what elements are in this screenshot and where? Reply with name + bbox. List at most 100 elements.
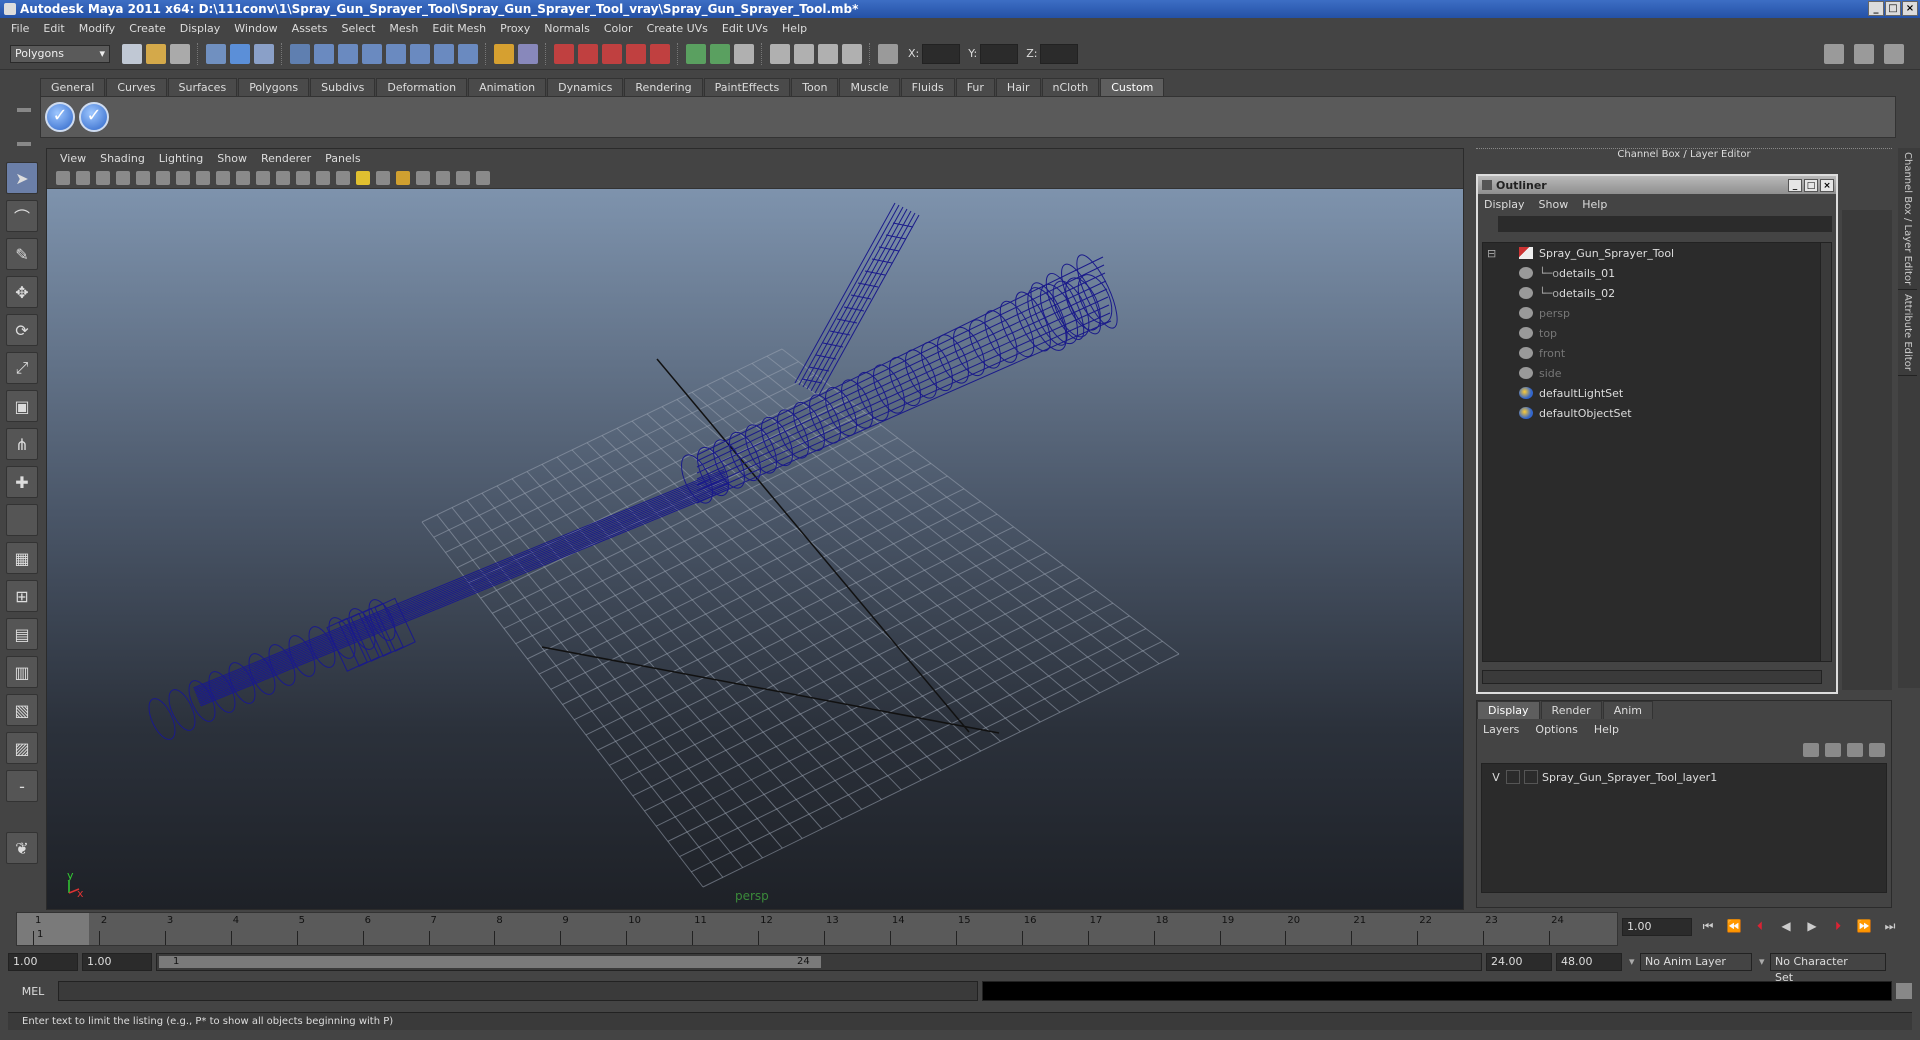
viewport-canvas[interactable]: x y persp: [47, 189, 1463, 909]
select-joints-icon[interactable]: [314, 43, 334, 64]
layer-menu-layers[interactable]: Layers: [1483, 723, 1519, 736]
outliner-item[interactable]: └─o details_02: [1483, 283, 1821, 303]
highlight-selection-icon[interactable]: [518, 43, 538, 64]
menu-set-dropdown[interactable]: Polygons: [10, 44, 110, 63]
viewport-menu-shading[interactable]: Shading: [93, 152, 152, 165]
outliner-item[interactable]: side: [1483, 363, 1821, 383]
check-shelf-button-1[interactable]: ✓: [45, 102, 75, 132]
play-backwards-icon[interactable]: ◀: [1778, 918, 1794, 934]
menu-create[interactable]: Create: [122, 22, 173, 35]
create-layer-from-selected-icon[interactable]: [1869, 743, 1885, 757]
toggle-channel-box-icon[interactable]: [1884, 43, 1904, 64]
menu-edit-uvs[interactable]: Edit UVs: [715, 22, 775, 35]
shelf-tab-polygons[interactable]: Polygons: [238, 78, 310, 96]
current-time-field[interactable]: 1.00: [1622, 918, 1692, 936]
textured-icon[interactable]: [336, 170, 350, 185]
render-settings-icon[interactable]: [842, 43, 862, 64]
outliner-item[interactable]: defaultObjectSet: [1483, 403, 1821, 423]
select-hierarchy-icon[interactable]: [206, 43, 226, 64]
time-slider[interactable]: 1 2 3 4 5 6 7 8 9 10 11 12 13 14 15 16 17 18 19 20 21 22 23 24 1: [16, 912, 1618, 946]
anim-layer-dropdown[interactable]: No Anim Layer: [1629, 953, 1752, 971]
move-layer-up-icon[interactable]: [1803, 743, 1819, 757]
menu-display[interactable]: Display: [173, 22, 228, 35]
image-plane-icon[interactable]: [116, 170, 130, 185]
menu-window[interactable]: Window: [227, 22, 284, 35]
more-layouts-icon[interactable]: -: [6, 770, 38, 802]
toggle-tool-settings-icon[interactable]: [1854, 43, 1874, 64]
step-forward-frame-icon[interactable]: ⏩: [1856, 918, 1872, 934]
lasso-tool-icon[interactable]: ⌒: [6, 200, 38, 232]
layer-tab-anim[interactable]: Anim: [1602, 701, 1653, 719]
soft-mod-tool-icon[interactable]: ⋔: [6, 428, 38, 460]
check-shelf-button-2[interactable]: ✓: [79, 102, 109, 132]
outliner-item[interactable]: persp: [1483, 303, 1821, 323]
menu-edit-mesh[interactable]: Edit Mesh: [425, 22, 493, 35]
menu-mesh[interactable]: Mesh: [382, 22, 425, 35]
outliner-item[interactable]: defaultLightSet: [1483, 383, 1821, 403]
command-input[interactable]: [58, 981, 978, 1001]
shelf-tab-rendering[interactable]: Rendering: [624, 78, 703, 96]
character-set-dropdown[interactable]: No Character Set: [1759, 953, 1886, 984]
input-output-icon[interactable]: [710, 43, 730, 64]
close-button[interactable]: ×: [1902, 1, 1918, 16]
expand-collapse-icon[interactable]: ⊟: [1487, 247, 1496, 260]
select-object-icon[interactable]: [230, 43, 250, 64]
shelf-tab-ncloth[interactable]: nCloth: [1041, 78, 1100, 96]
shelf-options[interactable]: [14, 78, 34, 146]
save-scene-icon[interactable]: [170, 43, 190, 64]
minimize-button[interactable]: _: [1868, 1, 1884, 16]
menu-select[interactable]: Select: [334, 22, 382, 35]
quick-layout-icon[interactable]: ❦: [6, 832, 38, 864]
field-chart-icon[interactable]: [216, 170, 230, 185]
select-component-icon[interactable]: [254, 43, 274, 64]
range-slider-handle[interactable]: [159, 956, 821, 968]
shelf-tab-deformation[interactable]: Deformation: [376, 78, 468, 96]
shelf-tab-fur[interactable]: Fur: [955, 78, 995, 96]
layer-tab-render[interactable]: Render: [1540, 701, 1602, 719]
snap-view-plane-icon[interactable]: [626, 43, 646, 64]
viewport-menu-view[interactable]: View: [53, 152, 93, 165]
shelf-tab-dynamics[interactable]: Dynamics: [547, 78, 624, 96]
step-back-frame-icon[interactable]: ⏪: [1726, 918, 1742, 934]
layer-visibility-toggle[interactable]: V: [1486, 771, 1506, 784]
shelf-tab-curves[interactable]: Curves: [106, 78, 167, 96]
camera-icon[interactable]: [56, 170, 70, 185]
shelf-tab-toon[interactable]: Toon: [791, 78, 839, 96]
outliner-menu-help[interactable]: Help: [1582, 198, 1615, 211]
select-misc-icon[interactable]: [458, 43, 478, 64]
create-empty-layer-icon[interactable]: [1847, 743, 1863, 757]
playback-start-field[interactable]: 1.00: [82, 953, 152, 971]
go-to-start-icon[interactable]: ⏮: [1700, 918, 1716, 934]
select-dynamics-icon[interactable]: [410, 43, 430, 64]
open-scene-icon[interactable]: [146, 43, 166, 64]
scale-tool-icon[interactable]: ⤢: [6, 352, 38, 384]
play-forwards-icon[interactable]: ▶: [1804, 918, 1820, 934]
backface-icon[interactable]: [476, 170, 490, 185]
select-tool-icon[interactable]: ➤: [6, 162, 38, 194]
menu-create-uvs[interactable]: Create UVs: [640, 22, 715, 35]
x-field[interactable]: [922, 43, 961, 64]
film-gate-icon[interactable]: [156, 170, 170, 185]
high-quality-icon[interactable]: [396, 170, 410, 185]
snap-point-icon[interactable]: [602, 43, 622, 64]
render-view-icon[interactable]: [770, 43, 790, 64]
camera-attributes-icon[interactable]: [76, 170, 90, 185]
viewport-menu-renderer[interactable]: Renderer: [254, 152, 318, 165]
new-scene-icon[interactable]: [122, 43, 142, 64]
show-manipulator-icon[interactable]: ✚: [6, 466, 38, 498]
script-editor-icon[interactable]: [1896, 983, 1912, 999]
menu-file[interactable]: File: [4, 22, 36, 35]
outliner-menu-show[interactable]: Show: [1539, 198, 1577, 211]
outliner-vscrollbar[interactable]: [1820, 242, 1832, 662]
shelf-tab-hair[interactable]: Hair: [995, 78, 1041, 96]
single-perspective-layout-icon[interactable]: ▦: [6, 542, 38, 574]
shelf-tab-custom[interactable]: Custom: [1100, 78, 1165, 96]
shelf-tab-subdivs[interactable]: Subdivs: [310, 78, 376, 96]
menu-edit[interactable]: Edit: [36, 22, 71, 35]
z-field[interactable]: [1040, 43, 1079, 64]
rotate-tool-icon[interactable]: ⟳: [6, 314, 38, 346]
shelf-tab-fluids[interactable]: Fluids: [900, 78, 955, 96]
wireframe-on-shaded-icon[interactable]: [316, 170, 330, 185]
snap-curve-icon[interactable]: [578, 43, 598, 64]
range-slider[interactable]: 1 24: [156, 953, 1482, 971]
